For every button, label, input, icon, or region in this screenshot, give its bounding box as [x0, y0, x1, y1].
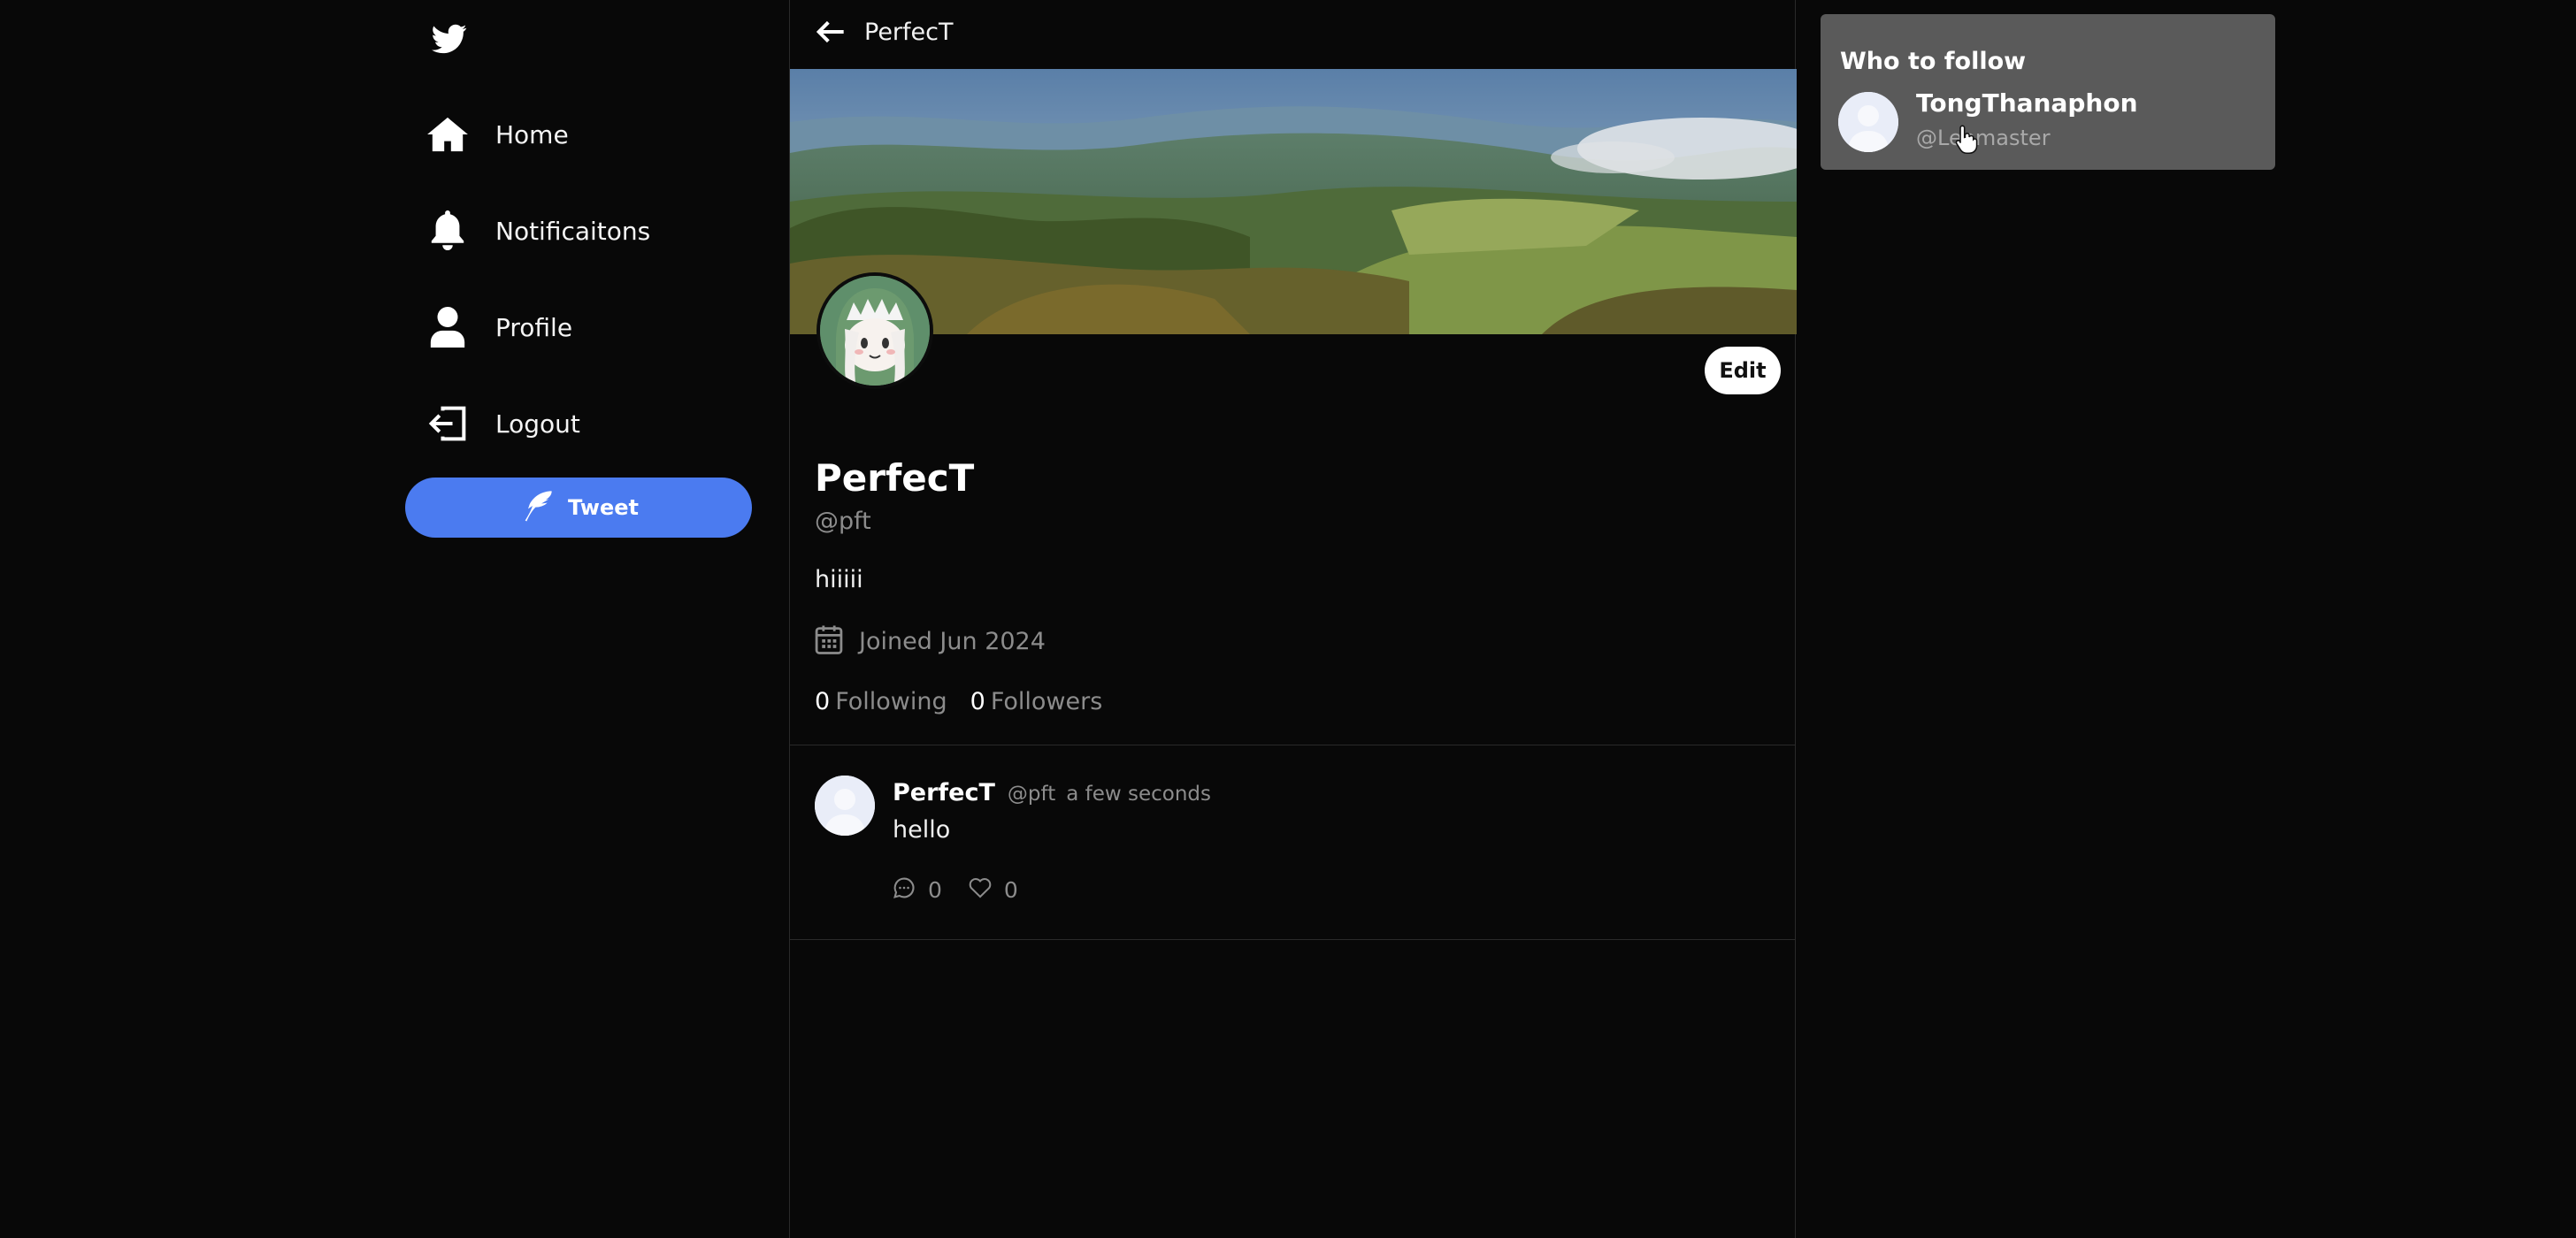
- profile-avatar[interactable]: [816, 272, 933, 389]
- reply-count: 0: [928, 876, 942, 903]
- suggested-user-avatar[interactable]: [1838, 92, 1898, 152]
- profile-column: PerfecT Edit PerfecT @pft hiiiii Joined …: [789, 0, 1797, 1238]
- joined-date: Joined Jun 2024: [859, 627, 1046, 655]
- like-button[interactable]: 0: [969, 877, 1018, 903]
- comment-icon: [893, 876, 916, 903]
- logout-icon: [426, 402, 469, 445]
- calendar-icon: [815, 624, 843, 658]
- back-arrow-icon[interactable]: [813, 14, 848, 50]
- feather-icon: [518, 488, 556, 527]
- bell-icon: [426, 210, 469, 252]
- header-title: PerfecT: [864, 18, 954, 46]
- reply-button[interactable]: 0: [893, 876, 942, 903]
- heart-icon: [969, 877, 992, 902]
- hand-cursor-icon: [1955, 124, 1978, 154]
- profile-handle: @pft: [815, 508, 871, 535]
- sidebar-item-home[interactable]: Home: [426, 106, 569, 163]
- sidebar-item-label: Profile: [495, 312, 573, 342]
- tweet-author-handle: @pft: [1007, 783, 1056, 806]
- profile-banner-image: [790, 69, 1797, 334]
- edit-profile-button[interactable]: Edit: [1705, 347, 1781, 394]
- following-count: 0: [815, 688, 831, 715]
- tweet-item[interactable]: PerfecT @pft a few seconds hello 0 0: [790, 745, 1795, 940]
- follow-stats: 0 Following 0 Followers: [815, 688, 1125, 715]
- profile-joined: Joined Jun 2024: [815, 624, 1046, 658]
- tweet-button-label: Tweet: [568, 495, 639, 520]
- who-to-follow-panel: Who to follow TongThanaphon @Lenmaster: [1821, 14, 2275, 170]
- tweet-avatar[interactable]: [815, 776, 875, 836]
- tweet-text: hello: [893, 816, 951, 844]
- sidebar-item-notifications[interactable]: Notificaitons: [426, 203, 650, 259]
- tweet-actions: 0 0: [893, 876, 1045, 903]
- profile-display-name: PerfecT: [815, 456, 975, 500]
- home-icon: [426, 113, 469, 156]
- suggested-user-name[interactable]: TongThanaphon: [1916, 88, 2138, 118]
- suggested-user[interactable]: TongThanaphon @Lenmaster: [1838, 88, 2254, 159]
- following-link[interactable]: 0 Following: [815, 688, 947, 715]
- app-root: Home Notificaitons Profile Logout Tweet …: [0, 0, 2576, 1238]
- sidebar-item-profile[interactable]: Profile: [426, 299, 572, 355]
- profile-bio: hiiiii: [815, 566, 863, 593]
- sidebar-item-label: Notificaitons: [495, 216, 651, 246]
- user-icon: [426, 306, 469, 348]
- followers-label: Followers: [990, 688, 1103, 715]
- who-to-follow-title: Who to follow: [1840, 48, 2027, 75]
- like-count: 0: [1003, 876, 1018, 903]
- followers-count: 0: [970, 688, 985, 715]
- tweet-timestamp: a few seconds: [1066, 783, 1212, 806]
- sidebar-item-logout[interactable]: Logout: [426, 395, 580, 452]
- following-label: Following: [835, 688, 947, 715]
- profile-header: PerfecT: [813, 14, 954, 50]
- tweet-button[interactable]: Tweet: [405, 478, 752, 538]
- tweet-header: PerfecT @pft a few seconds: [893, 779, 1211, 806]
- suggested-user-handle: @Lenmaster: [1916, 126, 2051, 150]
- sidebar-item-label: Home: [495, 119, 569, 149]
- tweet-author-name[interactable]: PerfecT: [893, 779, 995, 806]
- twitter-logo-icon[interactable]: [430, 21, 469, 57]
- followers-link[interactable]: 0 Followers: [970, 688, 1103, 715]
- sidebar-item-label: Logout: [495, 409, 580, 439]
